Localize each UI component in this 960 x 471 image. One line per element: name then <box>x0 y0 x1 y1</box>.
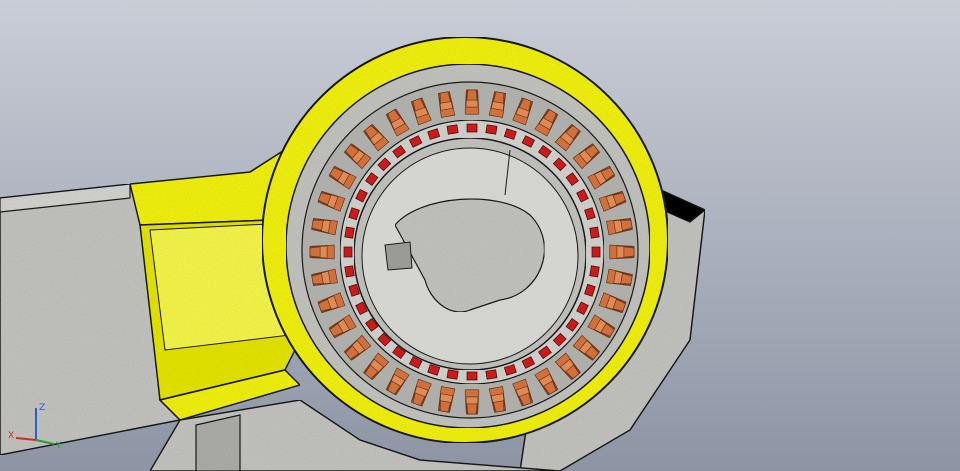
rotor-magnet <box>589 265 600 278</box>
view-triad[interactable]: Z X Y <box>6 400 66 450</box>
rotor-magnet <box>485 124 498 135</box>
rotor-magnet <box>344 265 355 278</box>
x-axis-arrow-icon <box>15 437 37 441</box>
rotor-magnet <box>485 369 498 380</box>
y-axis-arrow-icon <box>35 439 55 445</box>
z-axis-label: Z <box>39 403 45 413</box>
rotor-magnet <box>466 371 478 381</box>
stator-winding-coil <box>609 244 635 260</box>
y-axis-label: Y <box>55 441 62 450</box>
model-scene[interactable] <box>0 0 960 471</box>
stator-winding-coil <box>464 389 480 415</box>
x-axis-label: X <box>8 431 14 441</box>
rotor-magnet <box>344 226 355 239</box>
rotor-magnet <box>466 123 478 133</box>
rotor-magnet <box>589 226 600 239</box>
rotor-magnet <box>446 369 459 380</box>
rotor-magnet <box>591 246 601 258</box>
rotor-slot <box>384 241 413 271</box>
rotor-magnet <box>343 246 353 258</box>
cad-viewport[interactable]: Z X Y <box>0 0 960 471</box>
rotor-magnet <box>446 124 459 135</box>
stator-winding-coil <box>464 89 480 115</box>
stator-winding-coil <box>309 244 335 260</box>
